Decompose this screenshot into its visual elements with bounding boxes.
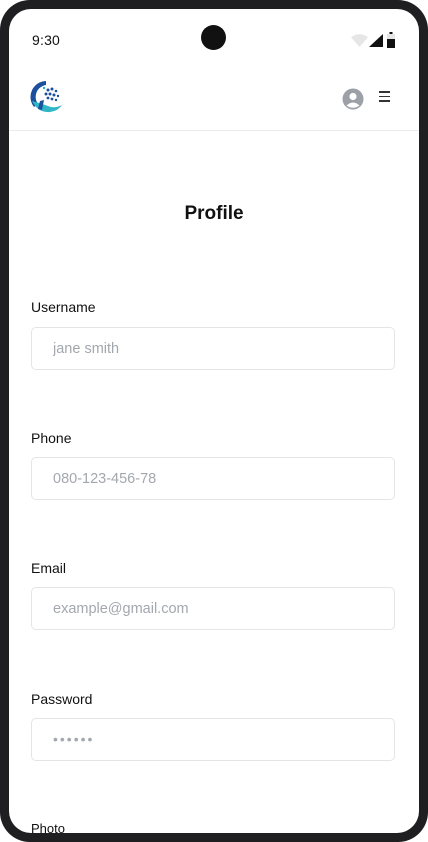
email-input[interactable]	[31, 587, 395, 630]
battery-icon	[387, 32, 395, 48]
status-icons	[351, 32, 397, 48]
email-label: Email	[31, 560, 67, 576]
user-circle-icon[interactable]	[342, 88, 364, 110]
brand-logo-icon[interactable]	[28, 79, 64, 115]
status-time: 9:30	[32, 32, 61, 48]
phone-input[interactable]	[31, 457, 395, 500]
password-label: Password	[31, 691, 93, 707]
status-bar: 9:30	[9, 9, 419, 53]
username-input[interactable]	[31, 327, 395, 370]
username-label: Username	[31, 299, 96, 315]
device-frame: 9:30 Profile Username jane smith Phone 0…	[0, 0, 428, 842]
phone-screen: 9:30 Profile Username jane smith Phone 0…	[9, 9, 419, 833]
phone-label: Phone	[31, 430, 72, 446]
cellular-signal-icon	[369, 34, 383, 47]
page-title: Profile	[184, 203, 244, 224]
photo-label: Photo	[31, 821, 65, 833]
hamburger-menu-icon[interactable]	[379, 91, 393, 107]
password-input[interactable]	[31, 718, 395, 761]
app-header	[9, 71, 419, 131]
front-camera	[201, 25, 226, 50]
wifi-icon	[351, 34, 368, 47]
